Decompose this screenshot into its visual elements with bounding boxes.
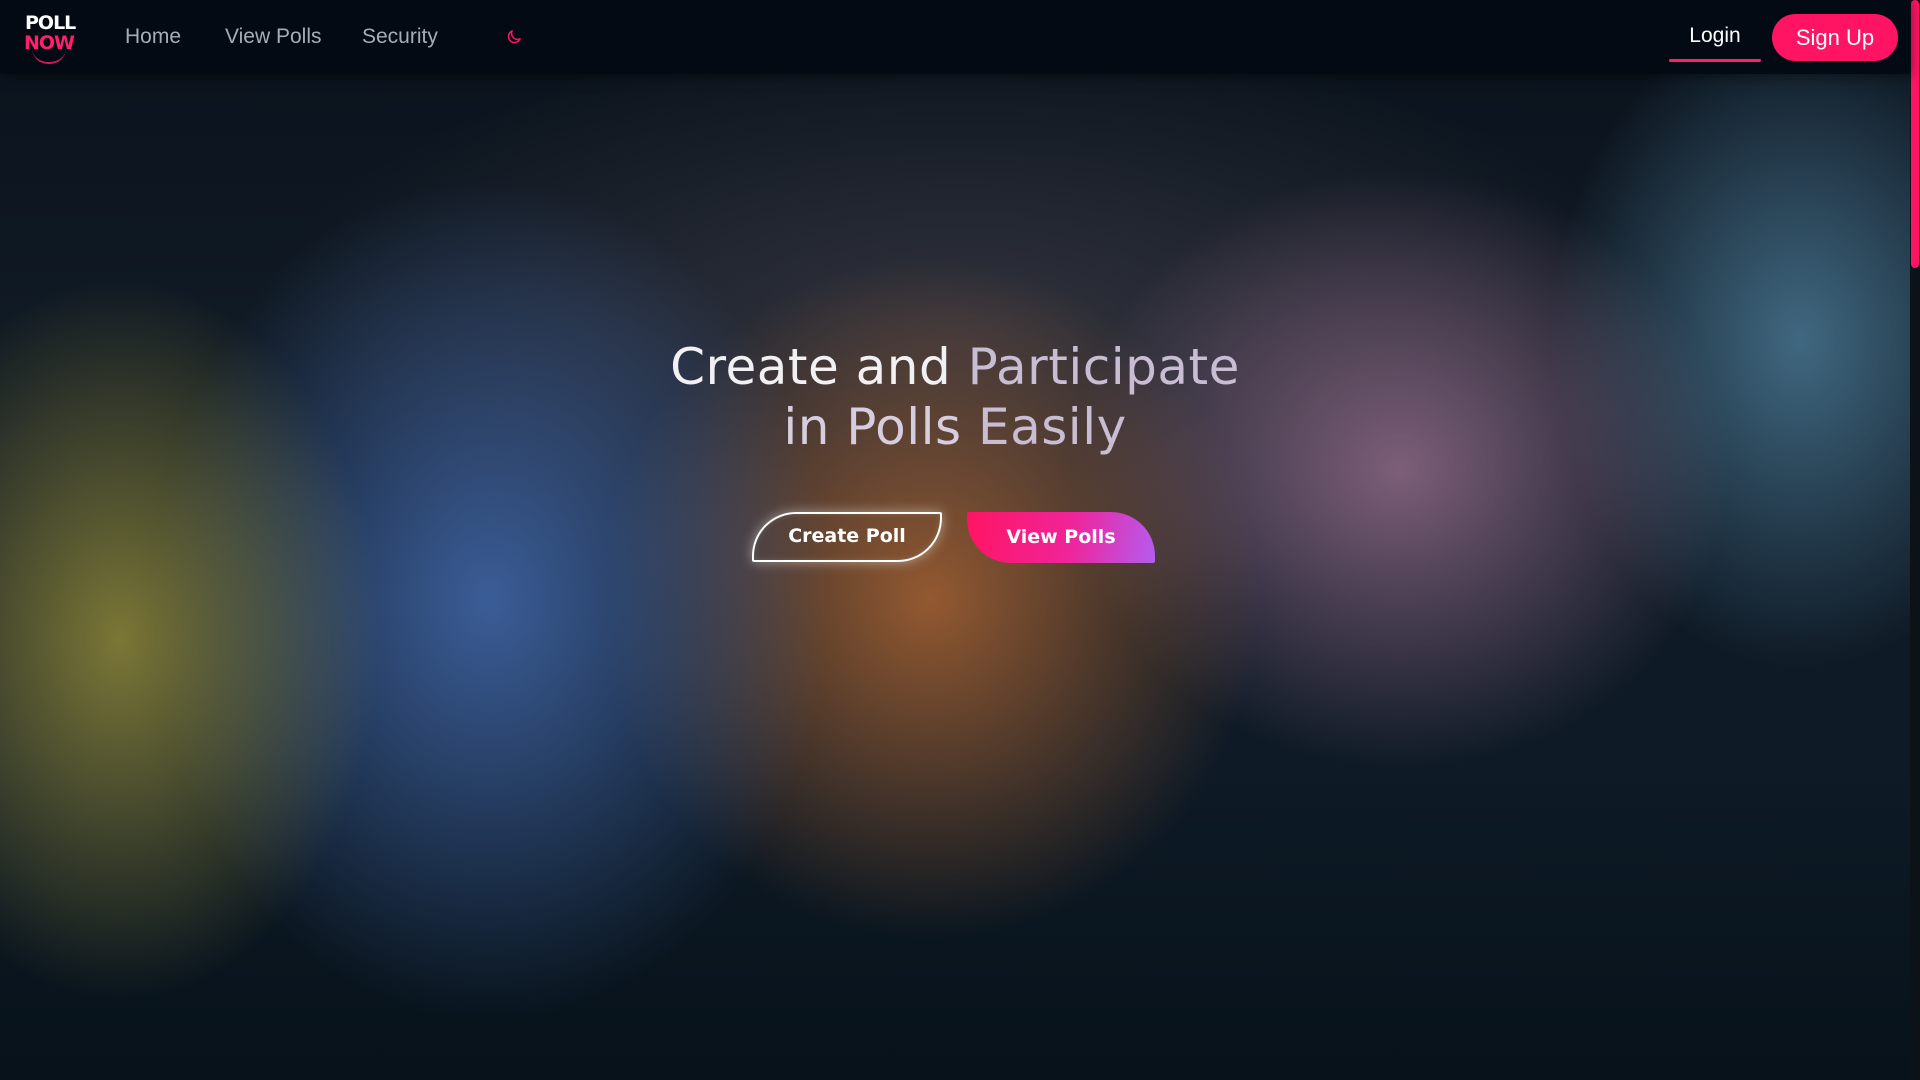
nav-link-security[interactable]: Security (362, 24, 438, 50)
login-button[interactable]: Login (1669, 14, 1761, 62)
logo-text-top: POLL (25, 12, 76, 34)
logo-arc (32, 48, 66, 64)
page: POLL NOW Home View Polls Security Login … (0, 0, 1920, 1080)
scrollbar-thumb[interactable] (1911, 0, 1919, 268)
hero-title: Create and Participate in Polls Easily (560, 337, 1350, 457)
hero-title-part-1: Create and (670, 338, 952, 396)
hero-title-part-3: in Polls (783, 398, 962, 456)
scrollbar[interactable] (1910, 0, 1920, 1080)
logo[interactable]: POLL NOW (24, 12, 78, 64)
hero-title-part-2: Participate (967, 338, 1240, 396)
login-active-underline (1669, 59, 1761, 62)
hero-title-line-1: Create and Participate (560, 337, 1350, 397)
navbar: POLL NOW Home View Polls Security Login … (0, 0, 1910, 74)
hero-title-part-4: Easily (978, 398, 1127, 456)
login-label: Login (1689, 24, 1741, 47)
nav-link-view-polls[interactable]: View Polls (225, 24, 322, 50)
view-polls-button[interactable]: View Polls (967, 512, 1155, 563)
hero-background (0, 0, 1920, 1080)
moon-icon[interactable] (505, 28, 523, 46)
nav-link-home[interactable]: Home (125, 24, 181, 50)
create-poll-button[interactable]: Create Poll (752, 512, 942, 562)
hero-title-line-2: in Polls Easily (560, 397, 1350, 457)
signup-button[interactable]: Sign Up (1772, 14, 1898, 61)
